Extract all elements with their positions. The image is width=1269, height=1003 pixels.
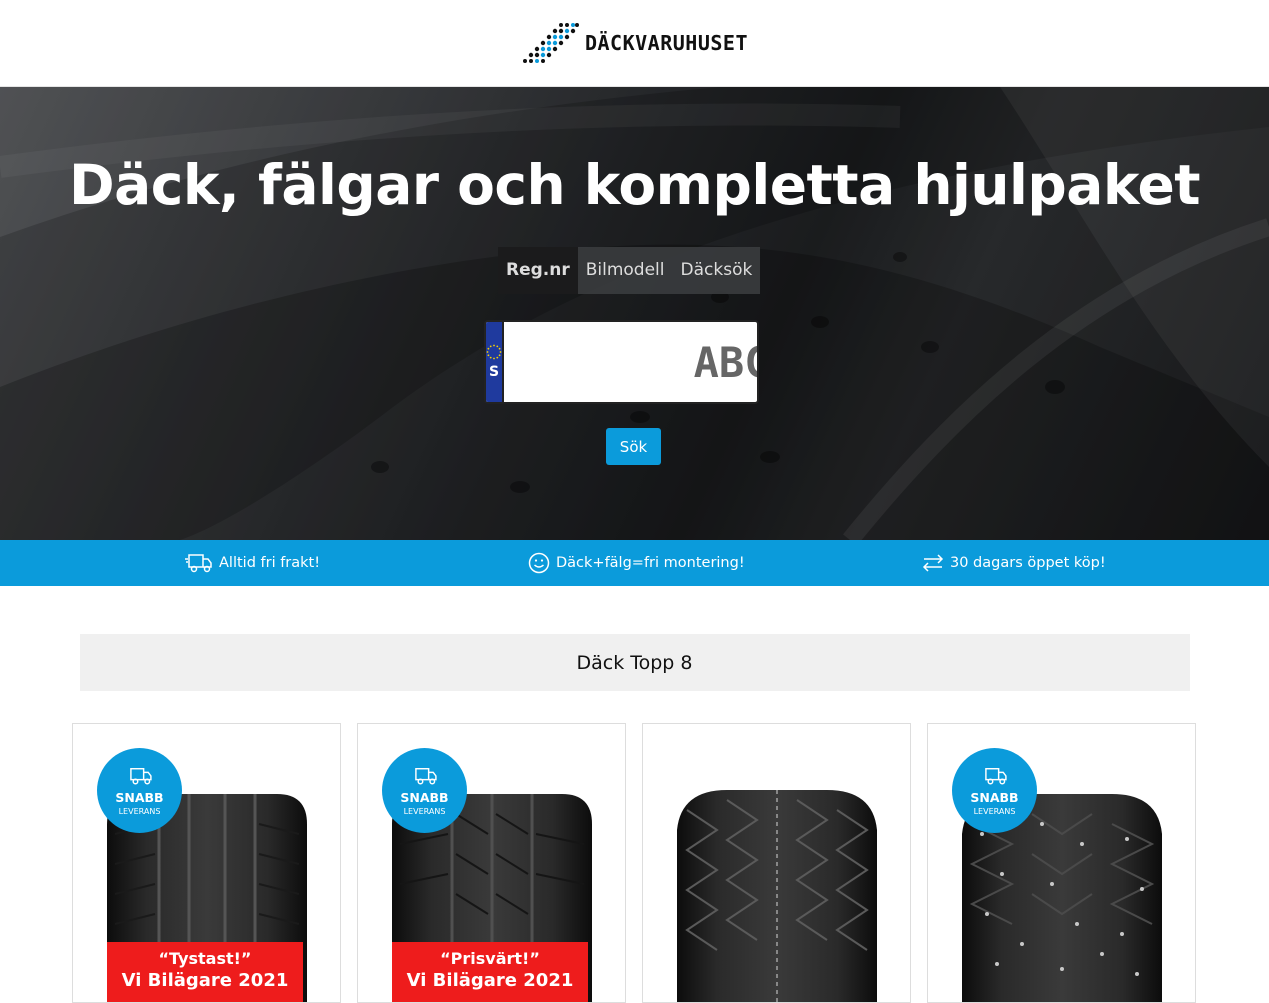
tab-reg-nr[interactable]: Reg.nr — [498, 247, 578, 294]
badge-title: SNABB — [970, 789, 1019, 805]
award-label: “Tystast!” Vi Bilägare 2021 — [107, 942, 303, 1002]
award-quote: “Tystast!” — [158, 949, 252, 968]
truck-icon — [129, 767, 152, 784]
usp-text: Alltid fri frakt! — [219, 555, 321, 571]
section-title: Däck Topp 8 — [79, 634, 1190, 691]
truck-icon — [984, 767, 1007, 784]
product-card[interactable]: SNABB LEVERANS — [927, 723, 1196, 1003]
award-quote: “Prisvärt!” — [440, 949, 540, 968]
tab-dacksok[interactable]: Däcksök — [672, 247, 761, 294]
product-grid: SNABB LEVERANS “Tystast!” Vi Bilägare 20… — [72, 723, 1196, 1003]
usp-free-mounting: Däck+fälg=fri montering! — [528, 552, 745, 574]
search-button[interactable]: Sök — [606, 428, 661, 465]
search-tabs: Reg.nr Bilmodell Däcksök — [498, 247, 761, 294]
award-source: Vi Bilägare 2021 — [121, 970, 289, 991]
badge-title: SNABB — [115, 789, 164, 805]
badge-subtitle: LEVERANS — [118, 806, 161, 816]
award-label: “Prisvärt!” Vi Bilägare 2021 — [392, 942, 588, 1002]
award-source: Vi Bilägare 2021 — [406, 970, 574, 991]
usp-bar: Alltid fri frakt! Däck+fälg=fri monterin… — [0, 540, 1269, 586]
badge-subtitle: LEVERANS — [973, 806, 1016, 816]
tab-bilmodell[interactable]: Bilmodell — [577, 247, 673, 294]
fast-delivery-badge: SNABB LEVERANS — [952, 748, 1037, 833]
plate-country-band: S — [486, 322, 504, 402]
hero-title: Däck, fälgar och kompletta hjulpaket — [68, 153, 1201, 217]
logo-text: DÄCKVARUHUSET — [584, 31, 749, 55]
fast-delivery-badge: SNABB LEVERANS — [97, 748, 182, 833]
truck-icon — [185, 554, 212, 573]
tire-image — [677, 790, 877, 1002]
eu-stars-icon — [486, 344, 502, 360]
registration-number-input[interactable] — [504, 322, 757, 402]
product-card[interactable]: SNABB LEVERANS “Prisvärt!” Vi Bilägare 2… — [357, 723, 626, 1003]
badge-title: SNABB — [400, 789, 449, 805]
usp-open-purchase: 30 dagars öppet köp! — [922, 554, 1106, 572]
product-card[interactable]: SNABB LEVERANS “Tystast!” Vi Bilägare 20… — [72, 723, 341, 1003]
smiley-icon — [528, 552, 550, 574]
product-card[interactable] — [642, 723, 911, 1003]
site-logo[interactable]: DÄCKVARUHUSET — [521, 21, 748, 65]
usp-text: 30 dagars öppet köp! — [950, 555, 1106, 571]
exchange-arrows-icon — [922, 554, 944, 572]
hero-section: Däck, fälgar och kompletta hjulpaket Reg… — [0, 87, 1269, 540]
usp-text: Däck+fälg=fri montering! — [556, 555, 745, 571]
badge-subtitle: LEVERANS — [403, 806, 446, 816]
license-plate-field: S — [484, 320, 759, 404]
site-header: DÄCKVARUHUSET — [0, 0, 1269, 87]
plate-country-code: S — [488, 364, 500, 380]
usp-free-shipping: Alltid fri frakt! — [185, 552, 320, 574]
logo-mark-icon — [522, 23, 579, 63]
fast-delivery-badge: SNABB LEVERANS — [382, 748, 467, 833]
truck-icon — [414, 767, 437, 784]
